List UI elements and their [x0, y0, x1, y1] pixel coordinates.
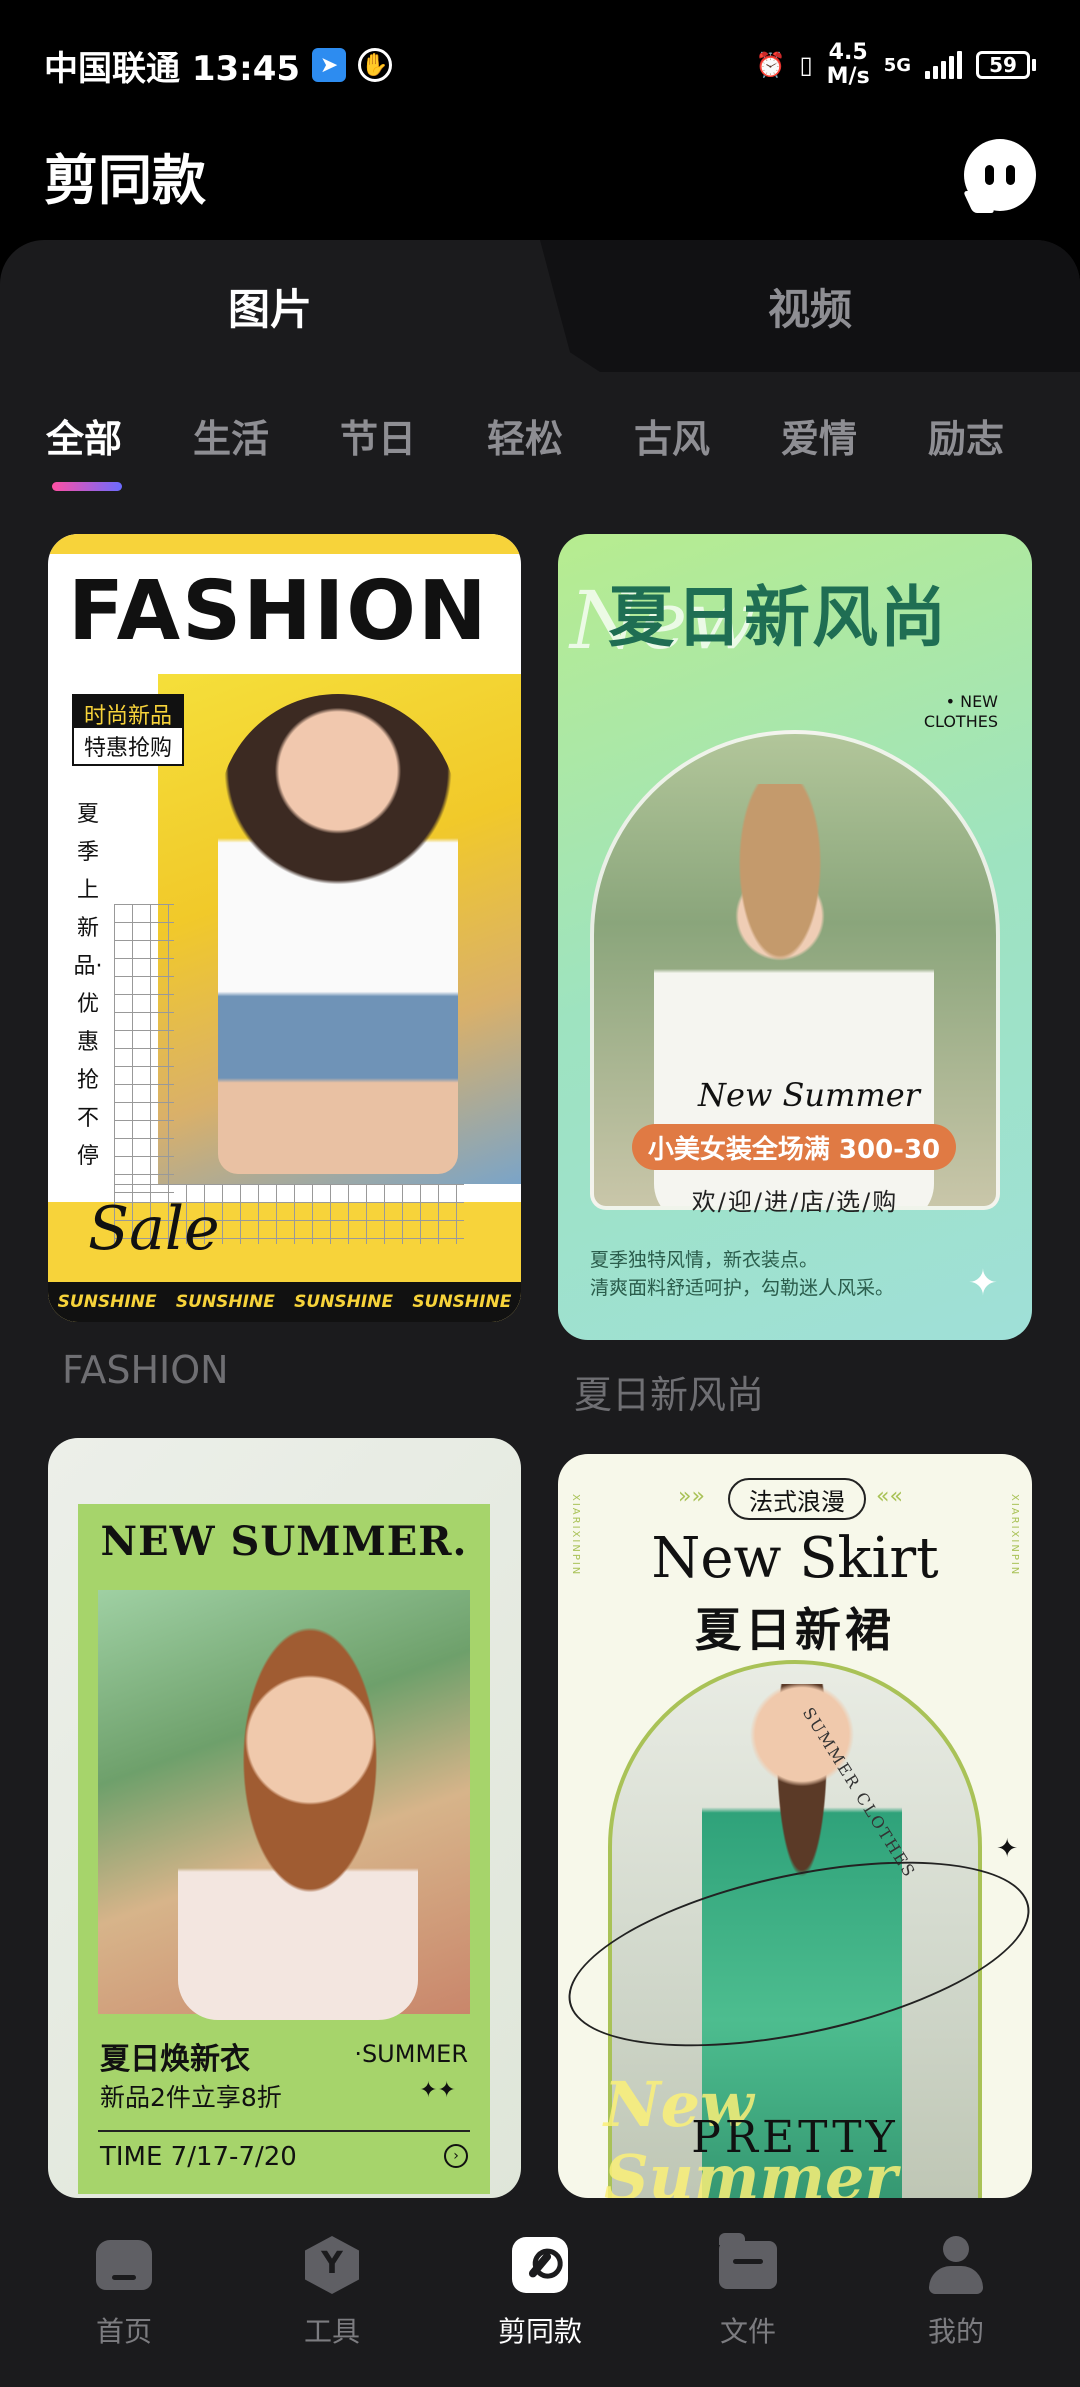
card-headline: New Skirt	[651, 1526, 939, 1591]
footer-word: SUNSHINE	[175, 1292, 275, 1312]
battery-icon: 59	[976, 51, 1036, 79]
clip-icon	[511, 2236, 569, 2294]
network-type: 5G	[883, 54, 911, 76]
template-card-new-summer[interactable]: NEW SUMMER. 夏日焕新衣 ·SUMMER 新品2件立享8折 ✦✦ TI…	[48, 1438, 521, 2198]
net-speed-value: 4.5	[828, 40, 868, 65]
footer-word: SUNSHINE	[294, 1292, 394, 1312]
battery-level: 59	[976, 51, 1030, 79]
chevron-right-icon: »»	[678, 1484, 705, 1509]
bottom-navigation: 首页 工具 剪同款 文件 我的	[0, 2198, 1080, 2387]
nav-files[interactable]: 文件	[663, 2198, 833, 2387]
sparkle-icon: ✦✦	[419, 2078, 456, 2103]
footer-word: SUNSHINE	[57, 1292, 157, 1312]
sparkle-icon: ✦	[996, 1834, 1018, 1864]
card-time-text: TIME 7/17-7/20	[100, 2142, 297, 2172]
media-tabs: 图片 视频	[0, 240, 1080, 372]
home-icon	[95, 2236, 153, 2294]
template-card-summer-style[interactable]: New 夏日新风尚 • NEW CLOTHES New Summer 小美女装全…	[558, 534, 1032, 1340]
card-main-text: 夏日焕新衣	[100, 2042, 250, 2077]
status-left: 中国联通 13:45 ➤ ✋	[44, 41, 393, 90]
card-vertical-text: 夏季上新品·优惠抢不停	[73, 802, 103, 1169]
nav-label: 文件	[719, 2315, 776, 2348]
net-speed: 4.5 M/s	[827, 41, 870, 89]
category-love[interactable]: 爱情	[781, 408, 928, 498]
model-photo	[178, 1620, 418, 2020]
card-corner-text: • NEW CLOTHES	[923, 692, 998, 731]
page-title: 剪同款	[44, 148, 206, 212]
template-title: FASHION	[62, 1348, 229, 1392]
card-headline: NEW SUMMER.	[100, 1518, 468, 1565]
category-holiday[interactable]: 节日	[340, 408, 487, 498]
hand-notification-icon: ✋	[358, 48, 393, 82]
navigation-notification-icon: ➤	[312, 48, 347, 82]
card-sub-text: 新品2件立享8折	[100, 2083, 282, 2112]
net-speed-unit: M/s	[826, 64, 870, 89]
chevron-left-icon: ««	[876, 1484, 903, 1509]
card-script: Sale	[88, 1194, 220, 1264]
footer-word: SUNSHINE	[412, 1292, 512, 1312]
card-description: 夏季独特风情，新衣装点。 清爽面料舒适呵护，勾勒迷人风采。	[590, 1246, 894, 1302]
card-bottom-text: PRETTY	[691, 2112, 899, 2163]
category-relaxed[interactable]: 轻松	[487, 408, 634, 498]
template-title: 夏日新风尚	[574, 1373, 765, 1417]
vibrate-icon: ▯	[799, 51, 813, 79]
card-summer-text: ·SUMMER	[354, 2040, 468, 2068]
main-panel: 图片 视频 全部 生活 节日 轻松 古风 爱情 励志 FASHION 时尚新品 …	[0, 240, 1080, 2387]
card-footer-band: SUNSHINE SUNSHINE SUNSHINE SUNSHINE	[48, 1282, 521, 1322]
desc-line: 夏季独特风情，新衣装点。	[590, 1249, 819, 1271]
nav-label: 剪同款	[497, 2315, 582, 2348]
status-right: ⏰ ▯ 4.5 M/s 5G 59	[756, 41, 1036, 89]
desc-line: 清爽面料舒适呵护，勾勒迷人风采。	[590, 1277, 895, 1299]
category-label: 全部	[46, 417, 123, 461]
decor-grid	[114, 904, 174, 1224]
profile-icon	[927, 2236, 985, 2294]
folder-icon	[719, 2233, 777, 2294]
category-all[interactable]: 全部	[46, 408, 193, 498]
sparkle-icon: ✦	[967, 1263, 998, 1304]
card-pill: 法式浪漫	[728, 1478, 866, 1520]
tools-icon	[303, 2236, 361, 2294]
card-script: New Summer	[698, 1076, 920, 1114]
category-inspire[interactable]: 励志	[928, 408, 1075, 498]
nav-label: 首页	[95, 2315, 152, 2348]
card-subheadline: 夏日新裙	[695, 1603, 895, 1657]
tab-photo[interactable]: 图片	[0, 240, 540, 372]
model-photo	[218, 694, 458, 1174]
nav-label: 工具	[303, 2315, 360, 2348]
template-card-fashion[interactable]: FASHION 时尚新品 特惠抢购 夏季上新品·优惠抢不停 Sale SUNSH…	[48, 534, 521, 1322]
card-welcome: 欢/迎/进/店/选/购	[691, 1188, 899, 1216]
card-photo	[98, 1590, 470, 2020]
category-ancient[interactable]: 古风	[634, 408, 781, 498]
header: 剪同款	[0, 110, 1080, 240]
divider	[98, 2130, 470, 2132]
signal-icon	[925, 51, 962, 79]
card-headline: FASHION	[68, 564, 489, 659]
nav-tools[interactable]: 工具	[247, 2198, 417, 2387]
tab-video[interactable]: 视频	[540, 240, 1080, 372]
card-headline: 夏日新风尚	[608, 579, 948, 656]
card-frame: NEW SUMMER. 夏日焕新衣 ·SUMMER 新品2件立享8折 ✦✦ TI…	[78, 1504, 490, 2194]
template-card-new-skirt[interactable]: XIARIXINPIN XIARIXINPIN »» 法式浪漫 «« New S…	[558, 1454, 1032, 2198]
nav-me[interactable]: 我的	[871, 2198, 1041, 2387]
card-promo: 小美女装全场满 300-30	[632, 1124, 956, 1170]
card-tag: 特惠抢购	[72, 726, 185, 766]
nav-home[interactable]: 首页	[39, 2198, 209, 2387]
nav-clip-same[interactable]: 剪同款	[455, 2198, 625, 2387]
arrow-right-icon: ›	[444, 2144, 468, 2168]
alarm-icon: ⏰	[755, 51, 786, 79]
nav-label: 我的	[927, 2315, 984, 2348]
chat-bubble-icon[interactable]	[964, 139, 1036, 211]
active-category-indicator	[52, 482, 122, 491]
category-life[interactable]: 生活	[193, 408, 340, 498]
carrier-time: 中国联通 13:45	[44, 48, 301, 89]
category-bar: 全部 生活 节日 轻松 古风 爱情 励志	[0, 408, 1080, 498]
